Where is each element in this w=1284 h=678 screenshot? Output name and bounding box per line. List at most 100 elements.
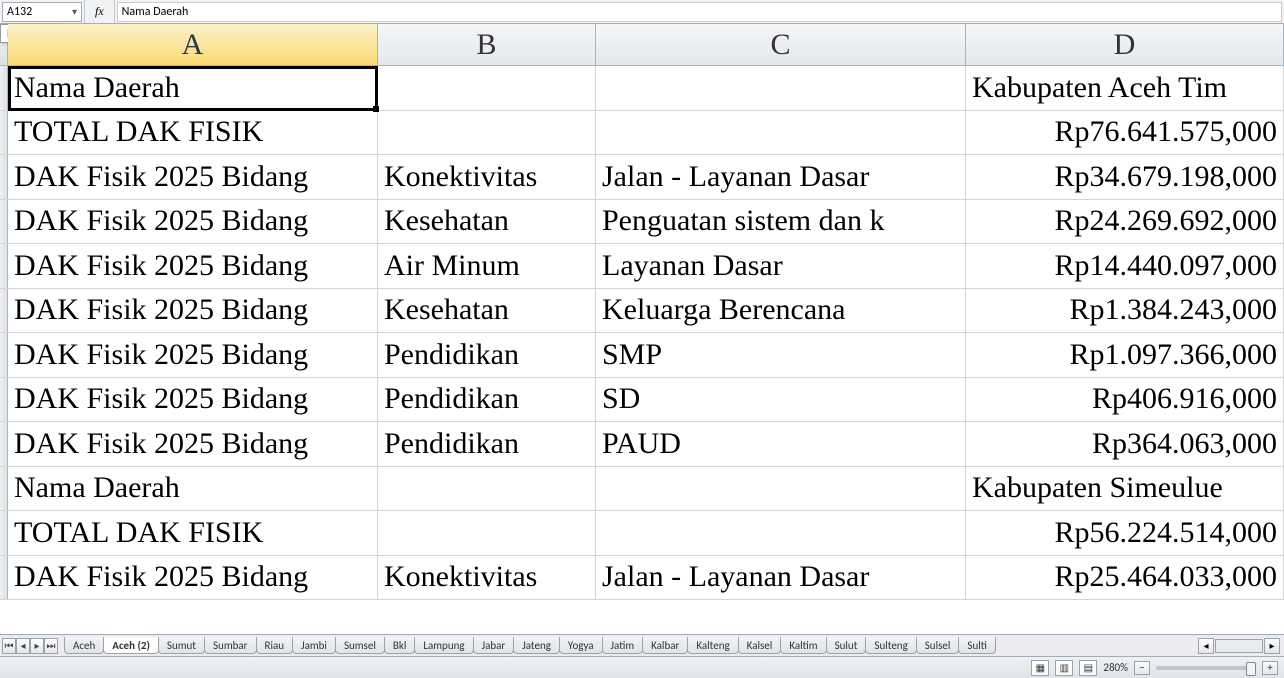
cell-D[interactable]: Kabupaten Simeulue: [966, 467, 1284, 511]
fx-label[interactable]: fx: [84, 0, 115, 23]
row-header[interactable]: [0, 111, 8, 155]
sheet-tab[interactable]: Bkl: [384, 637, 416, 654]
formula-input[interactable]: Nama Daerah: [117, 2, 1282, 22]
cell-D[interactable]: Rp56.224.514,000: [966, 511, 1284, 555]
cell-A[interactable]: DAK Fisik 2025 Bidang: [8, 333, 378, 377]
cell-A[interactable]: Nama Daerah: [8, 467, 378, 511]
zoom-in-button[interactable]: +: [1262, 661, 1278, 675]
row-header[interactable]: [0, 467, 8, 511]
cell-B[interactable]: Air Minum: [378, 244, 596, 288]
cell-C[interactable]: [596, 111, 966, 155]
row-header[interactable]: [0, 422, 8, 466]
cell-B[interactable]: Konektivitas: [378, 556, 596, 600]
row-header[interactable]: [0, 244, 8, 288]
view-page-layout-icon[interactable]: ▥: [1055, 660, 1073, 676]
cell-C[interactable]: PAUD: [596, 422, 966, 466]
cell-A[interactable]: DAK Fisik 2025 Bidang: [8, 556, 378, 600]
cell-C[interactable]: Layanan Dasar: [596, 244, 966, 288]
tab-nav-first[interactable]: ⏮: [2, 638, 16, 654]
cell-A[interactable]: Nama Daerah: [8, 66, 378, 110]
scroll-left-icon[interactable]: ◂: [1198, 638, 1214, 654]
cell-C[interactable]: Penguatan sistem dan k: [596, 200, 966, 244]
cell-D[interactable]: Rp25.464.033,000: [966, 556, 1284, 600]
cell-C[interactable]: Keluarga Berencana: [596, 289, 966, 333]
cell-A[interactable]: DAK Fisik 2025 Bidang: [8, 378, 378, 422]
cell-D[interactable]: Rp14.440.097,000: [966, 244, 1284, 288]
row-header[interactable]: [0, 556, 8, 600]
row-header[interactable]: [0, 200, 8, 244]
cell-D[interactable]: Rp406.916,000: [966, 378, 1284, 422]
sheet-tab[interactable]: Kalbar: [642, 637, 688, 654]
sheet-tab[interactable]: Jateng: [513, 637, 560, 654]
cell-C[interactable]: [596, 66, 966, 110]
cell-B[interactable]: [378, 111, 596, 155]
cell-D[interactable]: Rp364.063,000: [966, 422, 1284, 466]
column-header-A[interactable]: A: [8, 24, 378, 65]
sheet-tab[interactable]: Sulteng: [865, 637, 916, 654]
column-header-B[interactable]: B: [378, 24, 596, 65]
zoom-out-button[interactable]: −: [1134, 661, 1150, 675]
cell-B[interactable]: Pendidikan: [378, 422, 596, 466]
zoom-slider[interactable]: [1156, 666, 1256, 670]
cell-D[interactable]: Rp34.679.198,000: [966, 155, 1284, 199]
cell-C[interactable]: Jalan - Layanan Dasar: [596, 556, 966, 600]
cell-D[interactable]: Rp24.269.692,000: [966, 200, 1284, 244]
cell-B[interactable]: Konektivitas: [378, 155, 596, 199]
cell-B[interactable]: Pendidikan: [378, 378, 596, 422]
sheet-tab[interactable]: Sulsel: [916, 637, 960, 654]
row-header[interactable]: [0, 333, 8, 377]
cell-D[interactable]: Rp76.641.575,000: [966, 111, 1284, 155]
sheet-tab[interactable]: Sumut: [158, 637, 205, 654]
cell-D[interactable]: Rp1.097.366,000: [966, 333, 1284, 377]
cell-A[interactable]: DAK Fisik 2025 Bidang: [8, 289, 378, 333]
spreadsheet-grid[interactable]: Nama Daerah Kabupaten Aceh Tim TOTAL DAK F…: [0, 66, 1284, 634]
sheet-tab[interactable]: Riau: [256, 637, 294, 654]
name-box-dropdown-icon[interactable]: ▾: [72, 5, 77, 18]
cell-B[interactable]: Kesehatan: [378, 200, 596, 244]
cell-A[interactable]: DAK Fisik 2025 Bidang: [8, 200, 378, 244]
sheet-tab[interactable]: Jambi: [292, 637, 336, 654]
cell-B[interactable]: [378, 66, 596, 110]
cell-B[interactable]: [378, 467, 596, 511]
cell-C[interactable]: [596, 511, 966, 555]
cell-B[interactable]: Pendidikan: [378, 333, 596, 377]
sheet-tab[interactable]: Aceh (2): [103, 637, 159, 654]
horizontal-scrollbar[interactable]: ◂ ▸: [1194, 638, 1284, 654]
sheet-tab[interactable]: Yogya: [559, 637, 603, 654]
cell-B[interactable]: [378, 511, 596, 555]
cell-C[interactable]: Jalan - Layanan Dasar: [596, 155, 966, 199]
tab-nav-last[interactable]: ⏭: [44, 638, 58, 654]
sheet-tab[interactable]: Sulut: [826, 637, 867, 654]
row-header[interactable]: [0, 155, 8, 199]
cell-A[interactable]: TOTAL DAK FISIK: [8, 111, 378, 155]
tab-nav-next[interactable]: ▸: [30, 638, 44, 654]
scroll-right-icon[interactable]: ▸: [1264, 638, 1280, 654]
sheet-tab[interactable]: Sulti: [958, 637, 996, 654]
sheet-tab[interactable]: Lampung: [414, 637, 473, 654]
sheet-tab[interactable]: Kalteng: [687, 637, 738, 654]
view-page-break-icon[interactable]: ▤: [1079, 660, 1097, 676]
cell-A[interactable]: DAK Fisik 2025 Bidang: [8, 244, 378, 288]
cell-C[interactable]: SMP: [596, 333, 966, 377]
cell-C[interactable]: [596, 467, 966, 511]
tab-nav-prev[interactable]: ◂: [16, 638, 30, 654]
scroll-track[interactable]: [1215, 639, 1263, 653]
cell-B[interactable]: Kesehatan: [378, 289, 596, 333]
sheet-tab[interactable]: Jatim: [602, 637, 644, 654]
row-header[interactable]: [0, 511, 8, 555]
column-header-C[interactable]: C: [596, 24, 966, 65]
sheet-tab[interactable]: Sumbar: [204, 637, 257, 654]
sheet-tab[interactable]: Kaltim: [780, 637, 826, 654]
name-box[interactable]: A132 ▾: [2, 2, 82, 22]
sheet-tab[interactable]: Sumsel: [335, 637, 385, 654]
cell-A[interactable]: DAK Fisik 2025 Bidang: [8, 422, 378, 466]
cell-D[interactable]: Kabupaten Aceh Tim: [966, 66, 1284, 110]
cell-D[interactable]: Rp1.384.243,000: [966, 289, 1284, 333]
sheet-tab[interactable]: Jabar: [473, 637, 515, 654]
view-normal-icon[interactable]: ▦: [1031, 660, 1049, 676]
cell-A[interactable]: TOTAL DAK FISIK: [8, 511, 378, 555]
sheet-tab[interactable]: Kalsel: [738, 637, 782, 654]
cell-A[interactable]: DAK Fisik 2025 Bidang: [8, 155, 378, 199]
column-header-D[interactable]: D: [966, 24, 1284, 65]
row-header[interactable]: [0, 378, 8, 422]
